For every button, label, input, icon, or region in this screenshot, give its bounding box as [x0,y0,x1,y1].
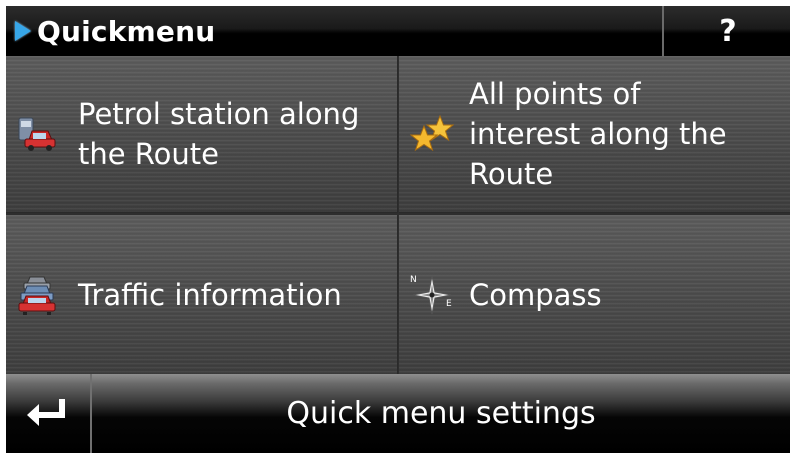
all-pois-button[interactable]: All points of interest along the Route [399,56,790,213]
quickmenu-screen: Quickmenu ? Petrol station along the Rou… [6,6,790,453]
compass-button[interactable]: N E Compass [399,215,790,374]
all-pois-label-line-1: All points of [469,77,641,111]
title-area: Quickmenu [6,6,215,56]
help-label: ? [719,13,737,49]
traffic-information-label: Traffic information [78,275,342,315]
all-pois-label-line-3: Route [469,157,554,191]
petrol-station-button[interactable]: Petrol station along the Route [6,56,398,213]
traffic-cars-icon [14,272,60,318]
petrol-station-label-line-1: Petrol station along [78,97,360,131]
compass-east-letter: E [446,299,452,309]
help-button[interactable]: ? [662,6,790,56]
quick-menu-settings-label: Quick menu settings [286,396,596,431]
play-arrow-icon [15,21,31,41]
all-pois-label: All points of interest along the Route [469,74,727,194]
compass-label-line-1: Compass [469,277,602,312]
petrol-station-label: Petrol station along the Route [78,94,359,174]
compass-north-letter: N [410,275,417,285]
menu-grid: Petrol station along the Route All point… [6,56,790,374]
traffic-information-button[interactable]: Traffic information [6,215,398,374]
traffic-information-label-line-1: Traffic information [78,277,342,312]
all-pois-label-line-2: interest along the [469,117,727,151]
back-button[interactable] [6,374,92,453]
petrol-station-car-icon [14,111,60,157]
stars-icon [409,111,455,157]
header-bar: Quickmenu ? [6,6,790,56]
petrol-station-label-line-2: the Route [78,137,219,171]
compass-label: Compass [469,275,602,315]
return-arrow-icon [27,398,65,426]
compass-icon: N E [409,272,455,318]
bottom-bar: Quick menu settings [6,374,790,453]
quick-menu-settings-button[interactable]: Quick menu settings [92,374,790,453]
page-title: Quickmenu [37,14,216,48]
